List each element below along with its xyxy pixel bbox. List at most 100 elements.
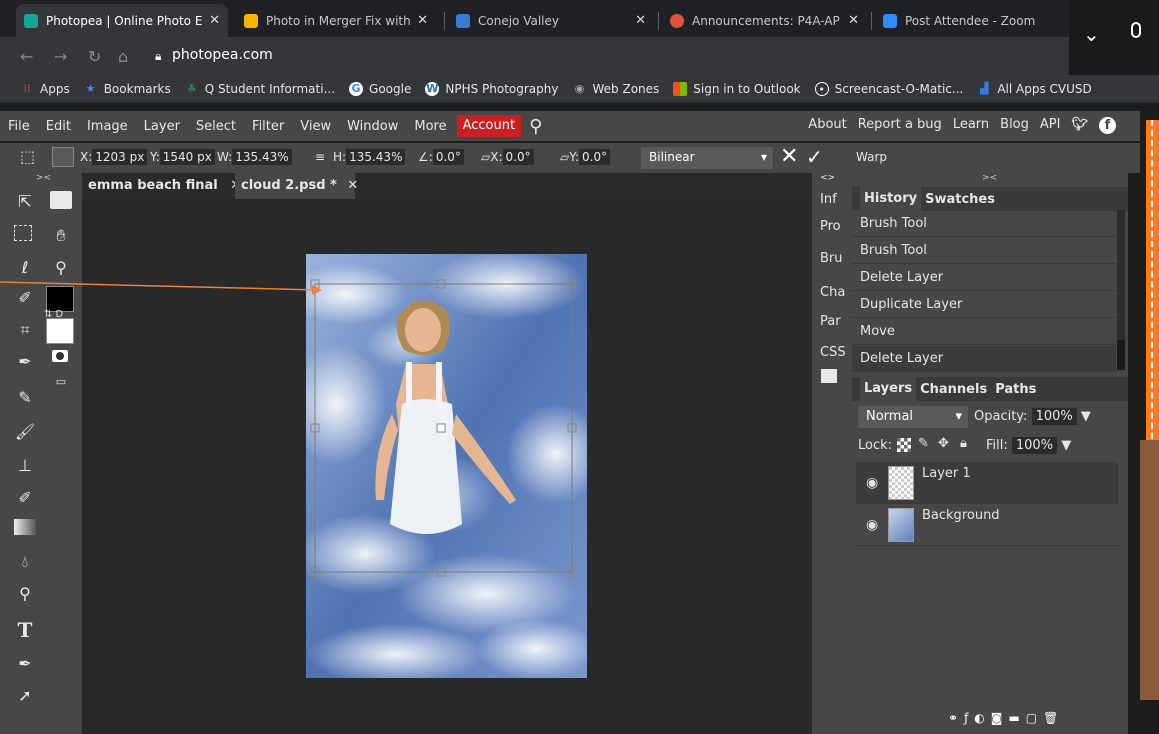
history-item[interactable]: Brush Tool [852, 238, 1116, 264]
background-color-swatch[interactable] [46, 318, 74, 344]
bookmark-q-student[interactable]: ♣ Q Student Informati... [185, 82, 335, 96]
gradient-tool-icon[interactable] [14, 519, 36, 535]
learn-link[interactable]: Learn [953, 117, 989, 134]
brush-tool-icon[interactable]: 🖌︎ [14, 421, 36, 443]
warp-button[interactable]: Warp [856, 150, 887, 164]
bookmark-google[interactable]: G Google [349, 81, 411, 96]
type-tool-icon[interactable]: T [14, 619, 36, 641]
cancel-transform-icon[interactable]: ✕ [780, 144, 798, 169]
history-item[interactable]: Duplicate Layer [852, 292, 1116, 318]
link-icon[interactable]: ≡ [315, 150, 325, 164]
panel-character[interactable]: Cha [820, 285, 845, 300]
document-canvas[interactable] [306, 254, 587, 678]
hand-tool-icon[interactable]: ✋︎ [50, 225, 72, 247]
narrow-collapse[interactable]: <> [820, 173, 835, 183]
skew-y-field[interactable]: ▱Y: 0.0° [560, 149, 611, 165]
twitter-icon[interactable]: 🐦︎ [1071, 117, 1088, 134]
close-icon[interactable]: ✕ [848, 13, 859, 28]
close-icon[interactable]: ✕ [635, 13, 646, 28]
lock-transparency-icon[interactable] [897, 438, 911, 452]
bookmark-screencast[interactable]: • Screencast-O-Matic... [814, 81, 963, 96]
doc-tab-emma-beach[interactable]: emma beach final ✕ [82, 173, 241, 199]
bookmark-apps[interactable]: ⁞⁞ Apps [20, 82, 70, 96]
menu-more[interactable]: More [406, 119, 454, 134]
reference-point-icon[interactable] [52, 147, 74, 167]
interpolation-select[interactable]: Bilinear ▾ [641, 147, 773, 169]
new-layer-icon[interactable]: ▢ [1026, 711, 1043, 725]
account-button[interactable]: Account [456, 115, 522, 137]
browser-tab-zoom[interactable]: Post Attendee - Zoom [875, 4, 1055, 37]
lock-all-icon[interactable]: 🔒︎ [960, 436, 967, 451]
blog-link[interactable]: Blog [1000, 117, 1029, 134]
chevron-down-icon[interactable]: ⌄ [1083, 22, 1100, 46]
history-item[interactable]: Brush Tool [852, 211, 1116, 237]
search-icon[interactable]: ⚲ [521, 116, 550, 137]
image-panel-icon[interactable] [821, 369, 837, 383]
clone-stamp-icon[interactable]: ⊥ [14, 455, 36, 477]
back-arrow-icon[interactable]: ← [20, 47, 33, 66]
tab-history[interactable]: History [860, 187, 922, 211]
api-link[interactable]: API [1040, 117, 1061, 134]
layer-row-layer1[interactable]: ◉ Layer 1 [856, 462, 1118, 504]
marquee-tool-icon[interactable] [14, 225, 32, 241]
reload-icon[interactable]: ↻ [88, 47, 101, 66]
menu-select[interactable]: Select [188, 119, 244, 134]
magic-wand-icon[interactable]: ✐ [14, 287, 36, 309]
scrollbar-thumb[interactable] [1117, 340, 1125, 370]
history-item[interactable]: Delete Layer [852, 265, 1116, 291]
commit-transform-icon[interactable]: ✓ [806, 145, 823, 169]
visibility-eye-icon[interactable]: ◉ [866, 517, 878, 533]
about-link[interactable]: About [808, 117, 846, 134]
quick-mask-icon[interactable] [52, 350, 68, 362]
menu-view[interactable]: View [292, 119, 339, 134]
pen-tool-icon[interactable]: ✒︎ [14, 653, 36, 675]
report-bug-link[interactable]: Report a bug [858, 117, 942, 134]
menu-layer[interactable]: Layer [136, 119, 188, 134]
fill-control[interactable]: Fill: 100% ▼ [986, 437, 1071, 454]
bookmark-all-apps[interactable]: ▟ All Apps CVUSD [977, 82, 1092, 96]
opacity-control[interactable]: Opacity: 100% ▼ [974, 408, 1091, 425]
bookmark-bookmarks[interactable]: ★ Bookmarks [84, 82, 171, 96]
panel-brush[interactable]: Bru [820, 251, 843, 266]
effects-icon[interactable]: ƒ [964, 711, 974, 725]
home-icon[interactable]: ⌂ [118, 47, 128, 66]
bookmark-nphs-photography[interactable]: W NPHS Photography [425, 81, 559, 96]
browser-tab-photo-merger[interactable]: Photo in Merger Fix with M ✕ [236, 4, 436, 37]
angle-field[interactable]: ∠: 0.0° [418, 149, 464, 165]
x-field[interactable]: X: 1203 px [80, 149, 148, 165]
link-layers-icon[interactable]: ⚭ [948, 711, 964, 725]
tab-paths[interactable]: Paths [991, 382, 1040, 397]
close-icon[interactable]: ✕ [347, 178, 358, 193]
visibility-eye-icon[interactable]: ◉ [866, 475, 878, 491]
facebook-icon[interactable]: f [1099, 117, 1116, 134]
delete-layer-icon[interactable]: 🗑︎ [1043, 711, 1064, 725]
eraser-tool-icon[interactable]: ✐ [14, 487, 36, 509]
history-item[interactable]: Delete Layer [852, 346, 1116, 372]
tab-channels[interactable]: Channels [916, 382, 991, 397]
lasso-tool-icon[interactable]: ℓ [14, 257, 36, 279]
browser-tab-announcements[interactable]: Announcements: P4A-AP S ✕ [662, 4, 867, 37]
browser-tab-photopea[interactable]: Photopea | Online Photo Ed ✕ [16, 4, 228, 37]
doc-tab-cloud2[interactable]: cloud 2.psd * ✕ [235, 173, 358, 199]
toolbar-collapse[interactable]: >< [36, 173, 51, 183]
lock-position-icon[interactable]: ✥ [938, 436, 949, 451]
panel-paragraph[interactable]: Par [820, 314, 841, 329]
artboard-tool-icon[interactable] [50, 191, 72, 209]
close-icon[interactable]: ✕ [417, 13, 428, 28]
blend-mode-select[interactable]: Normal ▾ [858, 406, 968, 428]
tab-layers[interactable]: Layers [860, 377, 917, 401]
browser-tab-conejo-valley[interactable]: Conejo Valley ✕ [448, 4, 654, 37]
dodge-tool-icon[interactable]: ⚲ [14, 583, 36, 605]
height-field[interactable]: H: 135.43% [333, 149, 406, 165]
new-folder-icon[interactable]: ▬ [1008, 711, 1025, 725]
panel-info[interactable]: Inf [820, 192, 837, 207]
close-icon[interactable]: ✕ [209, 13, 220, 28]
path-select-tool-icon[interactable]: ➚ [14, 685, 36, 707]
history-scrollbar[interactable] [1117, 210, 1125, 370]
bookmark-outlook[interactable]: Sign in to Outlook [673, 81, 801, 96]
panel-collapse[interactable]: >< [982, 173, 997, 183]
history-item[interactable]: Move [852, 319, 1116, 345]
eyedropper-tool-icon[interactable]: ✒︎ [14, 351, 36, 373]
add-mask-icon[interactable]: ◙ [991, 711, 1009, 725]
zoom-tool-icon[interactable]: ⚲ [50, 257, 72, 279]
